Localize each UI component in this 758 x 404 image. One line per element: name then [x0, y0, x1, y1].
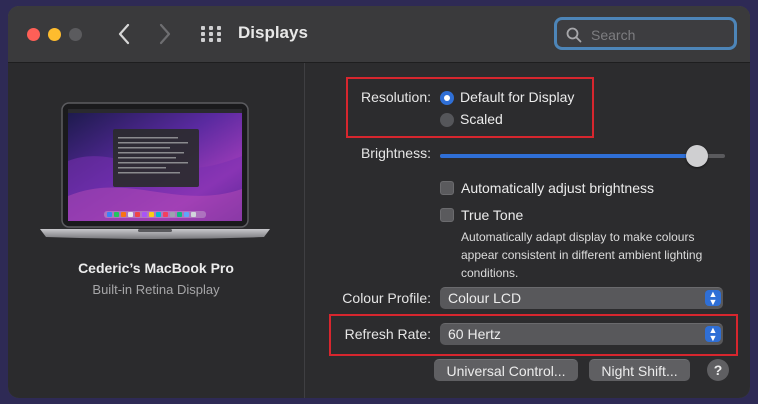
auto-brightness-label[interactable]: Automatically adjust brightness: [461, 180, 654, 196]
resolution-default-label[interactable]: Default for Display: [460, 89, 574, 105]
minimize-window-button[interactable]: [48, 28, 61, 41]
resolution-highlight-box: [346, 77, 594, 138]
laptop-icon: [40, 102, 270, 239]
colour-profile-label: Colour Profile:: [342, 290, 431, 306]
resolution-scaled-radio[interactable]: [440, 113, 454, 127]
universal-control-button[interactable]: Universal Control...: [434, 359, 578, 381]
resolution-default-radio[interactable]: [440, 91, 454, 105]
zoom-window-button[interactable]: [69, 28, 82, 41]
brightness-slider-knob[interactable]: [686, 145, 708, 167]
device-name: Cederic’s MacBook Pro: [78, 260, 234, 276]
search-icon: [566, 27, 582, 43]
help-button[interactable]: ?: [707, 359, 729, 381]
device-subtitle: Built-in Retina Display: [92, 282, 220, 297]
colour-profile-value: Colour LCD: [448, 290, 522, 306]
refresh-rate-popup[interactable]: 60 Hertz ▲ ▼: [440, 323, 723, 345]
true-tone-description: Automatically adapt display to make colo…: [461, 230, 703, 280]
resolution-scaled-label[interactable]: Scaled: [460, 111, 503, 127]
settings-pane: Resolution: Default for Display Scaled B…: [305, 63, 750, 398]
colour-profile-popup[interactable]: Colour LCD ▲ ▼: [440, 287, 723, 309]
brightness-slider-fill: [440, 154, 697, 158]
search-box[interactable]: [554, 17, 737, 50]
title-bar: Displays: [8, 6, 750, 63]
back-chevron-icon[interactable]: [114, 20, 134, 48]
auto-brightness-checkbox[interactable]: [440, 181, 454, 195]
window-title: Displays: [238, 23, 308, 42]
true-tone-label[interactable]: True Tone: [461, 207, 523, 223]
refresh-rate-value: 60 Hertz: [448, 326, 501, 342]
true-tone-checkbox[interactable]: [440, 208, 454, 222]
brightness-label: Brightness:: [360, 145, 431, 161]
grid-icon[interactable]: [201, 26, 221, 42]
search-input[interactable]: [589, 23, 733, 47]
displays-window: Displays Search Cederic’s MacBook Pro Bu…: [8, 6, 750, 398]
device-pane: Cederic’s MacBook Pro Built-in Retina Di…: [8, 63, 305, 398]
refresh-rate-label: Refresh Rate:: [344, 326, 431, 342]
close-window-button[interactable]: [27, 28, 40, 41]
forward-chevron-icon[interactable]: [155, 20, 175, 48]
popup-stepper-icon: ▲ ▼: [705, 290, 721, 307]
resolution-label: Resolution:: [360, 89, 431, 105]
night-shift-button[interactable]: Night Shift...: [589, 359, 690, 381]
popup-stepper-icon: ▲ ▼: [705, 326, 721, 343]
